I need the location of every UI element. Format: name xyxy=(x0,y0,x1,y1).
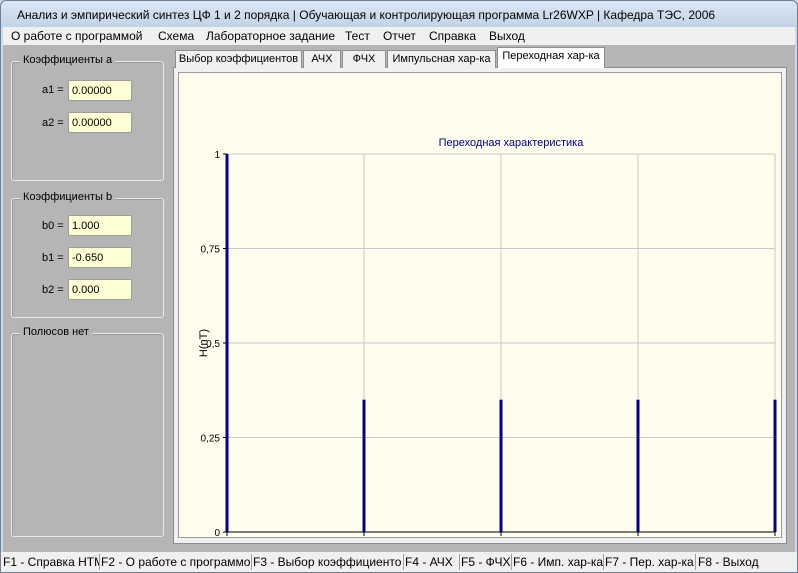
data-bar xyxy=(499,399,503,532)
status-bar: F1 - Справка HTML F2 - О работе с програ… xyxy=(1,552,797,572)
tab-impulse[interactable]: Импульсная хар-ка xyxy=(387,50,496,68)
step-response-chart: 00,250,50,75101234Переходная характерист… xyxy=(198,137,777,537)
b2-input[interactable] xyxy=(68,279,132,300)
menu-about[interactable]: О работе с программой xyxy=(11,29,142,43)
tab-coefficients[interactable]: Выбор коэффициентов xyxy=(175,50,302,68)
b1-input[interactable] xyxy=(68,247,132,268)
a1-label: a1 = xyxy=(42,84,64,96)
status-separator xyxy=(459,554,460,570)
status-separator xyxy=(603,554,604,570)
y-tick-label: 0,75 xyxy=(201,245,221,256)
app-window: Анализ и эмпирический синтез ЦФ 1 и 2 по… xyxy=(0,0,798,573)
client-area: Коэффициенты а a1 = a2 = Коэффициенты b … xyxy=(3,45,795,552)
status-f7-step[interactable]: F7 - Пер. хар-ка xyxy=(605,555,695,569)
status-separator xyxy=(99,554,100,570)
y-axis-label: H(nT) xyxy=(198,329,210,357)
data-bar xyxy=(636,399,640,532)
y-tick-label: 1 xyxy=(214,150,220,161)
poles-title: Полюсов нет xyxy=(20,326,92,338)
status-f8-exit[interactable]: F8 - Выход xyxy=(698,555,768,569)
a2-label: a2 = xyxy=(42,117,64,129)
plot-area: 00,250,50,75101234Переходная характерист… xyxy=(178,72,782,538)
menu-scheme[interactable]: Схема xyxy=(158,29,194,43)
data-bar xyxy=(225,154,229,532)
b1-label: b1 = xyxy=(42,252,64,264)
a1-input[interactable] xyxy=(68,80,132,101)
window-title: Анализ и эмпирический синтез ЦФ 1 и 2 по… xyxy=(17,8,716,22)
status-f5-phase[interactable]: F5 - ФЧХ xyxy=(461,555,511,569)
data-bar xyxy=(362,399,366,532)
status-f1-help[interactable]: F1 - Справка HTML xyxy=(3,555,99,569)
status-separator xyxy=(251,554,252,570)
menu-bar: О работе с программой Схема Лабораторное… xyxy=(3,27,795,45)
data-bar xyxy=(773,399,777,532)
status-f4-amplitude[interactable]: F4 - АЧХ xyxy=(405,555,459,569)
status-separator xyxy=(511,554,512,570)
b0-label: b0 = xyxy=(42,220,64,232)
b2-label: b2 = xyxy=(42,284,64,296)
tab-phase[interactable]: ФЧХ xyxy=(342,50,386,68)
menu-help[interactable]: Справка xyxy=(429,29,476,43)
poles-group: Полюсов нет xyxy=(11,326,164,537)
coef-b-group: Коэффициенты b b0 = b1 = b2 = xyxy=(11,191,164,318)
menu-test[interactable]: Тест xyxy=(345,29,370,43)
a2-input[interactable] xyxy=(68,112,132,133)
tab-amplitude[interactable]: АЧХ xyxy=(303,50,341,68)
title-bar[interactable]: Анализ и эмпирический синтез ЦФ 1 и 2 по… xyxy=(1,1,797,27)
menu-lab-task[interactable]: Лабораторное задание xyxy=(206,29,335,43)
status-separator xyxy=(695,554,696,570)
tab-step-response[interactable]: Переходная хар-ка xyxy=(497,47,605,68)
chart-title: Переходная характеристика xyxy=(439,137,585,149)
coef-a-title: Коэффициенты а xyxy=(20,54,116,66)
menu-report[interactable]: Отчет xyxy=(383,29,416,43)
status-f2-about[interactable]: F2 - О работе с программой xyxy=(101,555,250,569)
coef-b-title: Коэффициенты b xyxy=(20,191,116,203)
y-tick-label: 0,25 xyxy=(201,434,221,445)
status-separator xyxy=(403,554,404,570)
status-f6-impulse[interactable]: F6 - Имп. хар-ка xyxy=(513,555,603,569)
y-tick-label: 0 xyxy=(214,528,220,537)
coef-a-group: Коэффициенты а a1 = a2 = xyxy=(11,54,164,181)
b0-input[interactable] xyxy=(68,215,132,236)
status-f3-coefficients[interactable]: F3 - Выбор коэффициентов xyxy=(253,555,402,569)
menu-exit[interactable]: Выход xyxy=(489,29,525,43)
